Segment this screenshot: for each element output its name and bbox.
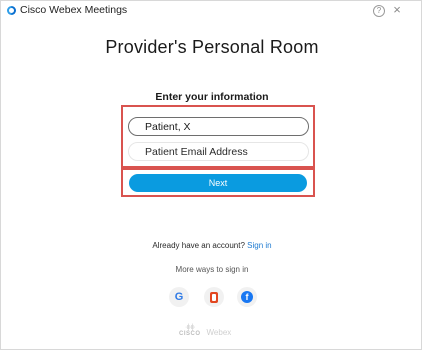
account-prompt: Already have an account? Sign in	[1, 241, 422, 250]
app-title: Cisco Webex Meetings	[20, 4, 128, 16]
sign-in-link[interactable]: Sign in	[247, 241, 271, 250]
facebook-icon[interactable]: f	[237, 287, 257, 307]
google-glyph: G	[174, 291, 184, 303]
office-icon[interactable]	[204, 287, 224, 307]
email-field[interactable]	[128, 142, 309, 161]
close-icon[interactable]: ×	[391, 3, 403, 17]
help-icon[interactable]: ?	[373, 5, 385, 17]
more-ways-label: More ways to sign in	[175, 265, 249, 274]
cisco-webex-logo: ·ı|ı·ı|ı· CISCO Webex	[179, 324, 232, 338]
webex-window: Cisco Webex Meetings ? × Provider's Pers…	[0, 0, 422, 350]
account-prompt-text: Already have an account?	[152, 241, 245, 250]
webex-word: Webex	[206, 328, 232, 337]
facebook-glyph: f	[241, 291, 253, 303]
cisco-word: CISCO	[179, 330, 201, 337]
section-title: Enter your information	[155, 91, 269, 103]
office-logo-shape	[210, 291, 218, 303]
name-field[interactable]	[128, 117, 309, 136]
cisco-logo-icon: ·ı|ı·ı|ı· CISCO	[179, 324, 201, 337]
title-bar: Cisco Webex Meetings ? ×	[1, 1, 421, 21]
next-button[interactable]: Next	[129, 174, 307, 192]
google-icon[interactable]: G	[169, 287, 189, 307]
page-title: Provider's Personal Room	[105, 37, 319, 57]
webex-logo-icon	[7, 6, 16, 15]
